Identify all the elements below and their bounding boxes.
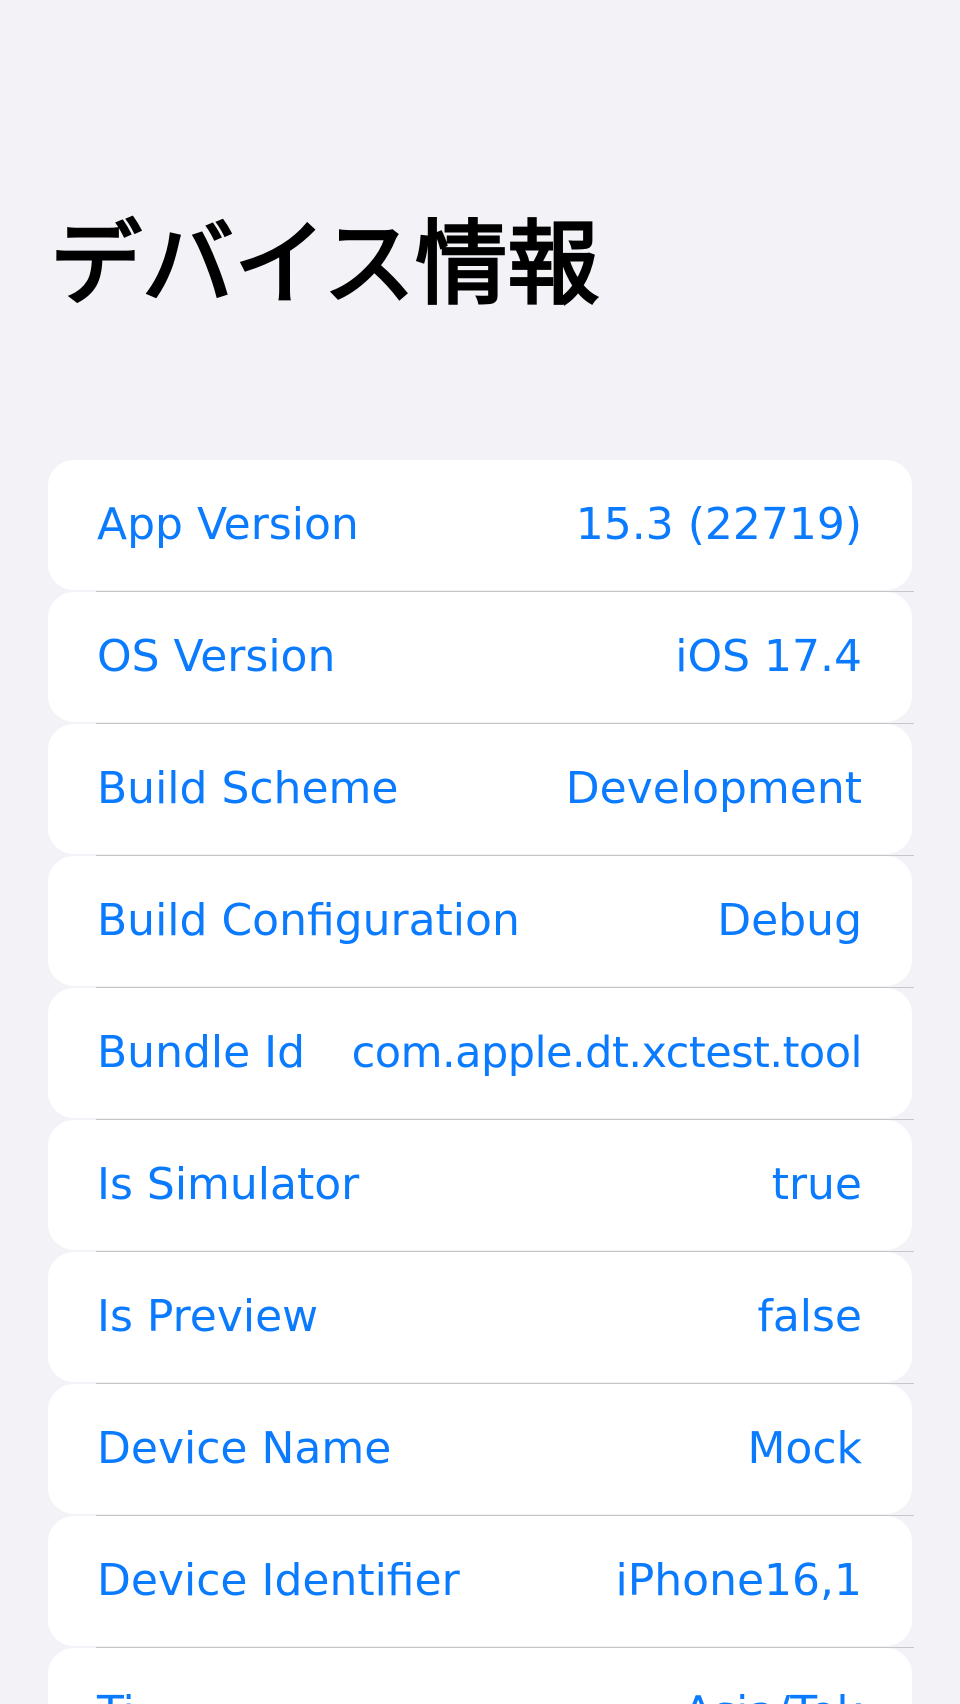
info-row-value: iOS 17.4 bbox=[675, 631, 862, 682]
info-row-value: 15.3 (22719) bbox=[575, 499, 862, 550]
info-row-value: com.apple.dt.xctest.tool bbox=[351, 1028, 863, 1078]
info-row-label: App Version bbox=[97, 499, 359, 550]
info-row-value: false bbox=[757, 1291, 862, 1342]
info-row-value: true bbox=[771, 1159, 862, 1210]
info-row-label: Ti bbox=[97, 1648, 135, 1704]
info-row-value: iPhone16,1 bbox=[615, 1555, 863, 1606]
info-row-label: Is Simulator bbox=[97, 1159, 360, 1210]
info-row-value: Development bbox=[565, 763, 862, 814]
info-row-app-version[interactable]: App Version 15.3 (22719) bbox=[48, 460, 914, 592]
info-row-value: Debug bbox=[717, 895, 862, 946]
info-row-label: Device Name bbox=[97, 1423, 392, 1474]
info-row-is-simulator[interactable]: Is Simulator true bbox=[48, 1120, 914, 1252]
info-row-is-preview[interactable]: Is Preview false bbox=[48, 1252, 914, 1384]
info-row-value: Asia/Tok bbox=[683, 1648, 862, 1704]
info-row-label: Build Configuration bbox=[97, 895, 520, 946]
info-row-timezone[interactable]: Ti Asia/Tok bbox=[48, 1648, 912, 1704]
info-row-label: Build Scheme bbox=[97, 763, 399, 814]
info-row-build-scheme[interactable]: Build Scheme Development bbox=[48, 724, 914, 856]
page-title: デバイス情報 bbox=[50, 211, 600, 318]
info-row-bundle-id[interactable]: Bundle Id com.apple.dt.xctest.tool bbox=[48, 988, 914, 1120]
info-row-os-version[interactable]: OS Version iOS 17.4 bbox=[48, 592, 914, 724]
device-info-list: App Version 15.3 (22719) OS Version iOS … bbox=[48, 460, 914, 1704]
info-row-device-name[interactable]: Device Name Mock bbox=[48, 1384, 914, 1516]
info-row-build-configuration[interactable]: Build Configuration Debug bbox=[48, 856, 914, 988]
info-row-value: Mock bbox=[747, 1423, 862, 1474]
info-row-label: Bundle Id bbox=[97, 1027, 306, 1078]
info-row-device-identifier[interactable]: Device Identifier iPhone16,1 bbox=[48, 1516, 914, 1648]
info-row-label: Device Identifier bbox=[97, 1555, 460, 1606]
info-row-label: OS Version bbox=[97, 631, 336, 682]
info-row-label: Is Preview bbox=[97, 1291, 319, 1342]
